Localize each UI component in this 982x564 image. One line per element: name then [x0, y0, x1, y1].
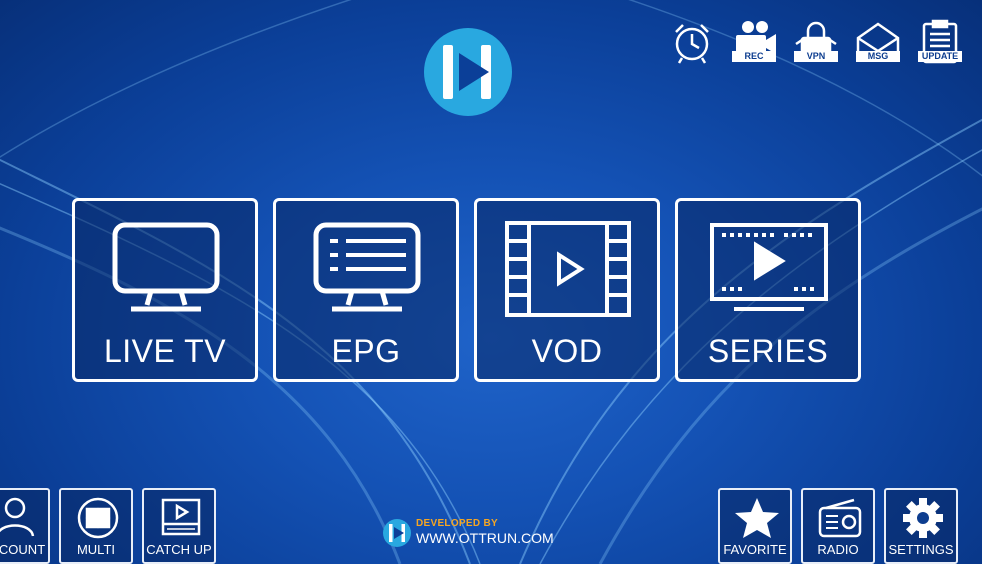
- developer-url[interactable]: WWW.OTTRUN.COM: [416, 530, 554, 546]
- radio-button[interactable]: RADIO: [801, 488, 875, 564]
- tile-live-tv-label: LIVE TV: [103, 333, 227, 369]
- favorite-button[interactable]: FAVORITE: [718, 488, 792, 564]
- film-strip-play-icon: [505, 221, 631, 317]
- update-tag: UPDATE: [918, 51, 962, 62]
- app-logo: [424, 28, 512, 116]
- radio-icon: [818, 498, 862, 538]
- radio-label: RADIO: [817, 542, 859, 557]
- multi-button[interactable]: MULTI: [59, 488, 133, 564]
- gear-icon: [903, 498, 943, 538]
- settings-button[interactable]: SETTINGS: [884, 488, 958, 564]
- account-label: ACCOUNT: [0, 542, 46, 557]
- catch-up-button[interactable]: CATCH UP: [142, 488, 216, 564]
- catch-up-label: CATCH UP: [146, 542, 212, 557]
- developer-credit: DEVELOPED BY WWW.OTTRUN.COM: [382, 516, 582, 550]
- tile-vod[interactable]: VOD: [474, 198, 660, 382]
- tile-live-tv[interactable]: LIVE TV: [72, 198, 258, 382]
- tv-guide-icon: [313, 222, 421, 312]
- catch-up-player-icon: [161, 498, 201, 536]
- developer-logo: [383, 519, 411, 547]
- tile-vod-label: VOD: [531, 333, 603, 369]
- top-toolbar: REC VPN MSG UPDATE: [668, 18, 968, 68]
- series-screen-play-icon: [710, 223, 828, 311]
- tile-series[interactable]: SERIES: [675, 198, 861, 382]
- update-clipboard-icon[interactable]: UPDATE: [916, 18, 964, 66]
- monitor-icon: [112, 222, 220, 312]
- developed-by-text: DEVELOPED BY: [416, 518, 498, 529]
- record-camera-icon[interactable]: REC: [730, 18, 778, 66]
- star-icon: [735, 498, 779, 538]
- multi-screen-icon: [77, 497, 119, 539]
- vpn-tag: VPN: [794, 51, 838, 62]
- multi-label: MULTI: [76, 542, 116, 557]
- vpn-lock-icon[interactable]: VPN: [792, 18, 840, 66]
- account-button[interactable]: ACCOUNT: [0, 488, 50, 564]
- tile-series-label: SERIES: [707, 333, 829, 369]
- msg-tag: MSG: [856, 51, 900, 62]
- rec-tag: REC: [732, 51, 776, 62]
- favorite-label: FAVORITE: [723, 542, 787, 557]
- settings-label: SETTINGS: [888, 542, 954, 557]
- alarm-clock-icon[interactable]: [668, 18, 716, 66]
- tile-epg-label: EPG: [331, 333, 401, 369]
- user-account-icon: [0, 497, 35, 537]
- tile-epg[interactable]: EPG: [273, 198, 459, 382]
- message-envelope-icon[interactable]: MSG: [854, 18, 902, 66]
